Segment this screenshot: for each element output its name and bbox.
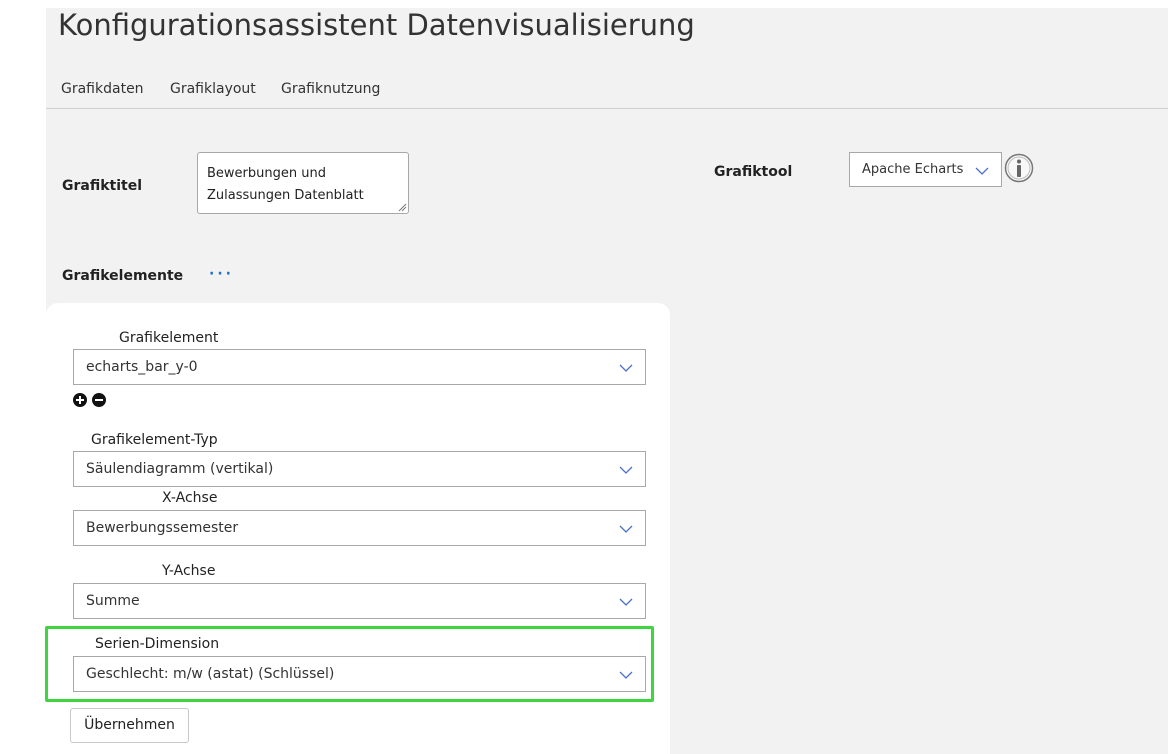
chevron-down-icon <box>619 364 633 372</box>
page-title: Konfigurationsassistent Datenvisualisier… <box>58 8 695 42</box>
grafiktitel-label: Grafiktitel <box>62 178 143 194</box>
y-achse-selected: Summe <box>86 593 140 609</box>
more-options-icon[interactable]: ··· <box>209 266 234 282</box>
tab-grafikdaten[interactable]: Grafikdaten <box>61 81 144 97</box>
grafiktool-selected: Apache Echarts <box>862 162 964 177</box>
x-achse-selected: Bewerbungssemester <box>86 520 239 536</box>
config-page: Konfigurationsassistent Datenvisualisier… <box>45 8 1168 754</box>
grafikelement-card: Grafikelement echarts_bar_y-0 Grafikelem… <box>45 303 670 754</box>
chevron-down-icon <box>619 466 633 474</box>
remove-element-icon[interactable] <box>92 393 106 407</box>
chevron-down-icon <box>619 525 633 533</box>
grafikelement-typ-label: Grafikelement-Typ <box>91 432 218 448</box>
grafikelement-typ-select[interactable]: Säulendiagramm (vertikal) <box>73 451 646 487</box>
info-icon[interactable] <box>1004 153 1034 183</box>
tab-bar: Grafikdaten Grafiklayout Grafiknutzung <box>46 72 1168 109</box>
grafiktool-label: Grafiktool <box>714 164 793 180</box>
y-achse-label: Y-Achse <box>162 563 216 579</box>
tab-grafiknutzung[interactable]: Grafiknutzung <box>281 81 380 97</box>
grafikelement-selected: echarts_bar_y-0 <box>86 359 198 375</box>
chevron-down-icon <box>975 167 989 175</box>
resize-grip-icon[interactable] <box>397 202 407 212</box>
grafikelement-typ-selected: Säulendiagramm (vertikal) <box>86 461 274 477</box>
serien-dimension-selected: Geschlecht: m/w (astat) (Schlüssel) <box>86 666 335 682</box>
grafiktitel-value: Bewerbungen und Zulassungen Datenblatt <box>207 166 364 203</box>
y-achse-select[interactable]: Summe <box>73 583 646 619</box>
chevron-down-icon <box>619 671 633 679</box>
chevron-down-icon <box>619 598 633 606</box>
add-element-icon[interactable] <box>73 393 87 407</box>
serien-dimension-label: Serien-Dimension <box>95 636 220 652</box>
grafiktool-select[interactable]: Apache Echarts <box>849 152 1002 187</box>
grafikelement-select[interactable]: echarts_bar_y-0 <box>73 349 646 385</box>
grafikelement-label: Grafikelement <box>119 330 219 346</box>
x-achse-select[interactable]: Bewerbungssemester <box>73 510 646 546</box>
apply-button[interactable]: Übernehmen <box>70 708 189 743</box>
x-achse-label: X-Achse <box>162 490 218 506</box>
tab-grafiklayout[interactable]: Grafiklayout <box>170 81 256 97</box>
grafikelemente-label: Grafikelemente <box>62 268 184 284</box>
grafiktitel-textarea[interactable]: Bewerbungen und Zulassungen Datenblatt <box>197 152 409 214</box>
serien-dimension-select[interactable]: Geschlecht: m/w (astat) (Schlüssel) <box>73 656 646 692</box>
